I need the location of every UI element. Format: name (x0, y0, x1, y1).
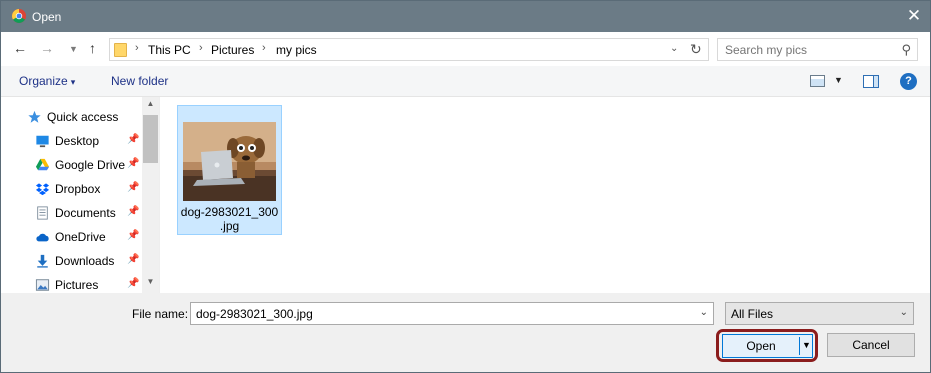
downloads-icon (37, 254, 48, 268)
chevron-down-icon[interactable]: ⌄ (900, 307, 908, 318)
file-thumbnail (183, 122, 276, 201)
folder-icon (114, 43, 127, 57)
sidebar-item-label: Desktop (55, 134, 100, 148)
chevron-down-icon[interactable]: ⌄ (700, 307, 708, 318)
search-icon[interactable]: ⚲ (901, 42, 911, 58)
command-toolbar: Organize ▾ New folder ▼ ? (1, 66, 930, 97)
scroll-up-icon[interactable]: ▲ (142, 99, 159, 113)
breadcrumb-separator-icon: › (135, 42, 139, 54)
dialog-title: Open (32, 10, 62, 24)
search-box[interactable]: ⚲ (717, 38, 918, 61)
open-button-label: Open (746, 339, 776, 353)
file-name-label: dog-2983021_300 .jpg (178, 205, 281, 233)
up-arrow-icon[interactable]: ↑ (89, 40, 96, 56)
sidebar-item-label: Dropbox (55, 182, 101, 196)
documents-icon (37, 206, 48, 220)
pin-icon[interactable]: 📌 (127, 230, 139, 241)
footer-panel: File name: ⌄ All Files ⌄ Open ▼ Cancel (1, 293, 930, 372)
pin-icon[interactable]: 📌 (127, 278, 139, 289)
pin-icon[interactable]: 📌 (127, 254, 139, 265)
refresh-icon[interactable]: ↻ (690, 41, 702, 58)
file-name-field-label: File name: (132, 307, 189, 321)
sidebar-item-pictures[interactable]: Pictures 📌 (1, 273, 141, 293)
file-extension-line: .jpg (219, 219, 240, 233)
preview-pane-icon[interactable] (863, 75, 879, 88)
organize-button[interactable]: Organize ▾ (19, 74, 75, 88)
scrollbar-thumb[interactable] (143, 115, 158, 163)
help-icon[interactable]: ? (900, 73, 917, 90)
search-input[interactable] (718, 39, 893, 60)
onedrive-icon (36, 233, 49, 242)
breadcrumb-separator-icon[interactable]: › (199, 42, 203, 54)
forward-arrow-icon[interactable]: → (40, 40, 54, 56)
sidebar-item-label: Pictures (55, 278, 99, 292)
pin-icon[interactable]: 📌 (127, 158, 139, 169)
open-dialog: Open ✕ ← → ▼ ↑ › This PC › Pictures › my… (0, 0, 931, 373)
split-divider (799, 337, 800, 355)
file-name-field[interactable] (191, 303, 691, 324)
breadcrumb-separator-icon[interactable]: › (262, 42, 266, 54)
open-options-caret-down-icon[interactable]: ▼ (802, 340, 811, 350)
sidebar-scrollbar[interactable]: ▲ ▼ (142, 97, 159, 293)
title-bar: Open ✕ (1, 1, 930, 32)
navigation-pane: Quick access Desktop 📌 Google Drive 📌 Dr… (1, 97, 159, 293)
scroll-down-icon[interactable]: ▼ (142, 277, 159, 291)
cancel-button[interactable]: Cancel (827, 333, 915, 357)
sidebar-item-google-drive[interactable]: Google Drive 📌 (1, 153, 141, 177)
pin-icon[interactable]: 📌 (127, 134, 139, 145)
pictures-icon (35, 279, 50, 291)
pin-icon[interactable]: 📌 (127, 206, 139, 217)
breadcrumb-my-pics[interactable]: my pics (276, 43, 317, 57)
file-list-area: dog-2983021_300 .jpg (159, 97, 930, 293)
recent-locations-chevron-down-icon[interactable]: ▼ (69, 41, 78, 57)
address-bar[interactable]: › This PC › Pictures › my pics ⌄ ↻ (109, 38, 709, 61)
new-folder-button[interactable]: New folder (111, 74, 168, 88)
file-item[interactable]: dog-2983021_300 .jpg (177, 105, 282, 235)
sidebar-item-label: Google Drive (55, 158, 126, 172)
pin-icon[interactable]: 📌 (127, 182, 139, 193)
address-dropdown-chevron-icon[interactable]: ⌄ (670, 43, 678, 54)
sidebar-item-desktop[interactable]: Desktop 📌 (1, 129, 141, 153)
file-type-select[interactable]: All Files ⌄ (725, 302, 914, 325)
breadcrumb-this-pc[interactable]: This PC (148, 43, 191, 57)
view-options-caret-down-icon[interactable]: ▼ (834, 75, 843, 85)
change-view-icon[interactable] (810, 75, 825, 87)
cancel-button-label: Cancel (852, 338, 890, 352)
sidebar-item-dropbox[interactable]: Dropbox 📌 (1, 177, 141, 201)
back-arrow-icon[interactable]: ← (13, 40, 27, 56)
sidebar-item-label: Documents (55, 206, 116, 220)
file-type-value: All Files (731, 307, 774, 321)
breadcrumb-pictures[interactable]: Pictures (211, 43, 254, 57)
star-icon (28, 110, 41, 123)
address-row: ← → ▼ ↑ › This PC › Pictures › my pics ⌄… (1, 32, 930, 66)
caret-down-icon: ▾ (70, 77, 76, 87)
dropbox-icon (35, 183, 50, 196)
sidebar-item-label: Downloads (55, 254, 115, 268)
sidebar-item-label: OneDrive (55, 230, 106, 244)
open-button[interactable]: Open ▼ (722, 334, 813, 358)
organize-label: Organize (19, 74, 68, 88)
google-drive-icon (35, 158, 50, 171)
sidebar-item-quick-access[interactable]: Quick access (1, 105, 141, 129)
sidebar-item-documents[interactable]: Documents 📌 (1, 201, 141, 225)
desktop-icon (36, 135, 49, 148)
file-name-line: dog-2983021_300 (180, 205, 279, 219)
file-name-combobox[interactable]: ⌄ (190, 302, 714, 325)
sidebar-item-label: Quick access (47, 110, 119, 124)
close-icon[interactable]: ✕ (898, 1, 930, 32)
sidebar-item-onedrive[interactable]: OneDrive 📌 (1, 225, 141, 249)
sidebar-item-downloads[interactable]: Downloads 📌 (1, 249, 141, 273)
chrome-icon (12, 9, 26, 23)
